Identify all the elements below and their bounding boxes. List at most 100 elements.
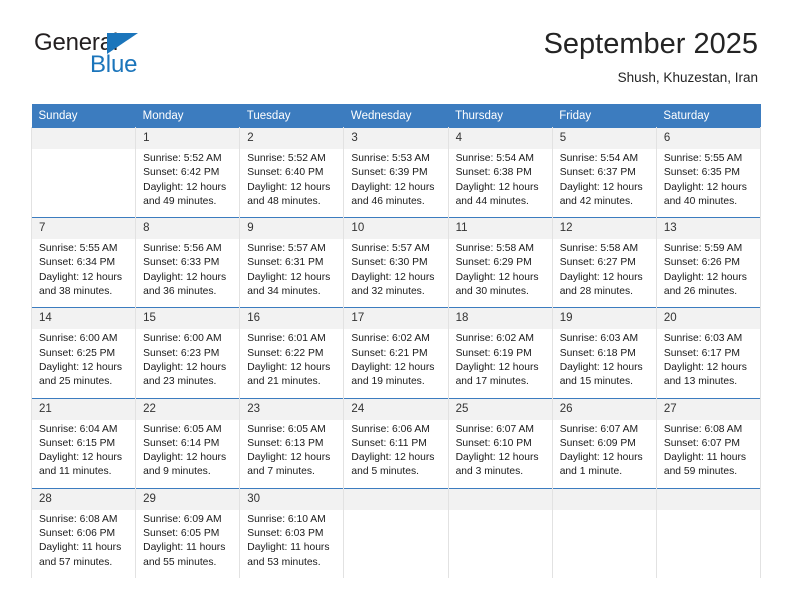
day-details: Sunrise: 5:59 AM Sunset: 6:26 PM Daylight:… [657,239,760,307]
day-number: 8 [136,218,240,240]
day-number: 9 [240,218,344,240]
day-details: Sunrise: 6:05 AM Sunset: 6:13 PM Daylight:… [240,420,343,488]
calendar-day-cell[interactable]: 15 Sunrise: 6:00 AM Sunset: 6:23 PM Dayligh… [135,307,241,399]
calendar-day-cell[interactable]: 8 Sunrise: 5:56 AM Sunset: 6:33 PM Daylight… [135,217,241,308]
daylight-text: Daylight: 12 hours and 38 minutes. [39,271,122,298]
day-number: 5 [552,128,656,149]
calendar-day-cell[interactable]: 1 Sunrise: 5:52 AM Sunset: 6:42 PM Daylight… [135,126,241,218]
sunrise-text: Sunrise: 6:08 AM [39,513,118,525]
day-details: Sunrise: 5:52 AM Sunset: 6:42 PM Daylight:… [136,149,239,217]
day-details [32,149,135,217]
daylight-text: Daylight: 12 hours and 30 minutes. [455,271,539,298]
sunrise-text: Sunrise: 5:55 AM [39,243,118,255]
calendar-day-cell[interactable]: 2 Sunrise: 5:52 AM Sunset: 6:40 PM Daylight… [239,126,345,218]
calendar-day-cell[interactable]: 30 Sunrise: 6:10 AM Sunset: 6:03 PM Dayligh… [239,487,345,578]
sunset-text: Sunset: 6:30 PM [351,257,428,269]
daylight-text: Daylight: 12 hours and 9 minutes. [143,452,227,478]
sunset-text: Sunset: 6:03 PM [247,528,324,540]
calendar-day-cell[interactable]: 28 Sunrise: 6:08 AM Sunset: 6:06 PM Dayligh… [30,487,137,578]
sunrise-text: Sunrise: 6:06 AM [351,423,430,435]
calendar-day-cell[interactable]: 9 Sunrise: 5:57 AM Sunset: 6:31 PM Daylight… [239,217,345,308]
calendar-day-cell[interactable]: 20 Sunrise: 6:03 AM Sunset: 6:17 PM Dayligh… [655,307,762,399]
sunset-text: Sunset: 6:19 PM [455,347,532,359]
calendar-day-cell[interactable]: 18 Sunrise: 6:02 AM Sunset: 6:19 PM Dayligh… [447,307,553,399]
day-details: Sunrise: 6:00 AM Sunset: 6:25 PM Daylight:… [32,329,135,397]
daylight-text: Daylight: 11 hours and 57 minutes. [39,542,122,568]
calendar-day-cell[interactable]: 21 Sunrise: 6:04 AM Sunset: 6:15 PM Dayligh… [30,397,137,489]
page-title: September 2025 [543,28,758,60]
day-number: 10 [344,218,448,240]
calendar-day-cell[interactable]: 3 Sunrise: 5:53 AM Sunset: 6:39 PM Daylight… [343,126,449,218]
sunset-text: Sunset: 6:10 PM [455,437,532,449]
sunset-text: Sunset: 6:33 PM [143,257,220,269]
day-details: Sunrise: 6:02 AM Sunset: 6:19 PM Daylight:… [449,329,552,397]
calendar-day-cell[interactable]: 24 Sunrise: 6:06 AM Sunset: 6:11 PM Dayligh… [343,397,449,489]
weekday-header-wednesday: Wednesday [343,104,449,128]
calendar-cell-empty [447,487,553,578]
daylight-text: Daylight: 12 hours and 46 minutes. [351,181,435,207]
daylight-text: Daylight: 12 hours and 21 minutes. [247,361,331,388]
sunset-text: Sunset: 6:06 PM [39,528,116,540]
calendar-week-row: 1 Sunrise: 5:52 AM Sunset: 6:42 PM Daylight… [30,126,762,218]
calendar-day-cell[interactable]: 27 Sunrise: 6:08 AM Sunset: 6:07 PM Dayligh… [655,397,762,489]
day-details: Sunrise: 6:06 AM Sunset: 6:11 PM Daylight:… [344,420,447,488]
logo-word-blue: Blue [90,51,138,78]
daylight-text: Daylight: 12 hours and 26 minutes. [663,271,747,298]
weekday-header-monday: Monday [135,104,240,128]
daylight-text: Daylight: 12 hours and 25 minutes. [39,361,122,388]
calendar-day-cell[interactable]: 14 Sunrise: 6:00 AM Sunset: 6:25 PM Dayligh… [30,307,137,399]
sunset-text: Sunset: 6:42 PM [143,167,220,179]
day-number: 17 [344,308,448,330]
day-details: Sunrise: 6:01 AM Sunset: 6:22 PM Daylight:… [240,329,343,397]
calendar-day-cell[interactable]: 7 Sunrise: 5:55 AM Sunset: 6:34 PM Daylight… [30,217,137,308]
calendar-day-cell[interactable]: 22 Sunrise: 6:05 AM Sunset: 6:14 PM Dayligh… [135,397,241,489]
day-number: 27 [656,398,760,420]
sunrise-text: Sunrise: 6:10 AM [247,513,326,525]
day-number: 25 [448,398,552,420]
day-number: 6 [656,128,760,149]
sunset-text: Sunset: 6:22 PM [247,347,324,359]
day-details: Sunrise: 6:03 AM Sunset: 6:17 PM Daylight:… [657,329,760,397]
day-number: 26 [552,398,656,420]
weekday-header-thursday: Thursday [448,104,553,128]
sunset-text: Sunset: 6:31 PM [247,257,324,269]
calendar-day-cell[interactable]: 25 Sunrise: 6:07 AM Sunset: 6:10 PM Dayligh… [447,397,553,489]
sunrise-text: Sunrise: 6:02 AM [455,333,534,345]
day-details: Sunrise: 6:07 AM Sunset: 6:10 PM Daylight:… [449,420,552,488]
day-details [553,510,656,578]
calendar-day-cell[interactable]: 10 Sunrise: 5:57 AM Sunset: 6:30 PM Dayligh… [343,217,449,308]
calendar-day-cell[interactable]: 12 Sunrise: 5:58 AM Sunset: 6:27 PM Dayligh… [551,217,657,308]
sunrise-text: Sunrise: 6:03 AM [663,333,743,345]
sunset-text: Sunset: 6:07 PM [663,437,740,449]
sunset-text: Sunset: 6:18 PM [559,347,636,359]
day-number: 24 [344,398,448,420]
calendar-day-cell[interactable]: 11 Sunrise: 5:58 AM Sunset: 6:29 PM Dayligh… [447,217,553,308]
sunrise-text: Sunrise: 5:55 AM [663,153,743,164]
day-number: 12 [552,218,656,240]
calendar-day-cell[interactable]: 4 Sunrise: 5:54 AM Sunset: 6:38 PM Daylight… [447,126,553,218]
calendar-day-cell[interactable]: 5 Sunrise: 5:54 AM Sunset: 6:37 PM Daylight… [551,126,657,218]
calendar-day-cell[interactable]: 19 Sunrise: 6:03 AM Sunset: 6:18 PM Dayligh… [551,307,657,399]
daylight-text: Daylight: 12 hours and 28 minutes. [559,271,643,298]
calendar-day-cell[interactable]: 26 Sunrise: 6:07 AM Sunset: 6:09 PM Dayligh… [551,397,657,489]
day-number: 22 [136,398,240,420]
day-details [449,510,552,578]
sunrise-text: Sunrise: 5:52 AM [247,153,326,164]
calendar-day-cell[interactable]: 16 Sunrise: 6:01 AM Sunset: 6:22 PM Dayligh… [239,307,345,399]
daylight-text: Daylight: 12 hours and 48 minutes. [247,181,331,207]
calendar-day-cell[interactable]: 29 Sunrise: 6:09 AM Sunset: 6:05 PM Dayligh… [135,487,241,578]
day-details: Sunrise: 5:57 AM Sunset: 6:31 PM Daylight:… [240,239,343,307]
sunrise-text: Sunrise: 5:52 AM [143,153,222,164]
general-blue-logo[interactable]: General Blue [34,30,234,90]
calendar-page: General Blue September 2025 Shush, Khuze… [0,0,792,612]
day-number [552,488,656,510]
calendar-day-cell[interactable]: 17 Sunrise: 6:02 AM Sunset: 6:21 PM Dayligh… [343,307,449,399]
calendar-day-cell[interactable]: 23 Sunrise: 6:05 AM Sunset: 6:13 PM Dayligh… [239,397,345,489]
calendar-day-cell[interactable]: 6 Sunrise: 5:55 AM Sunset: 6:35 PM Daylight… [655,126,762,218]
sunset-text: Sunset: 6:14 PM [143,437,220,449]
day-details: Sunrise: 5:55 AM Sunset: 6:34 PM Daylight:… [32,239,135,307]
sunset-text: Sunset: 6:13 PM [247,437,324,449]
calendar-day-cell[interactable]: 13 Sunrise: 5:59 AM Sunset: 6:26 PM Dayligh… [655,217,762,308]
sunset-text: Sunset: 6:21 PM [351,347,428,359]
daylight-text: Daylight: 12 hours and 11 minutes. [39,452,122,478]
